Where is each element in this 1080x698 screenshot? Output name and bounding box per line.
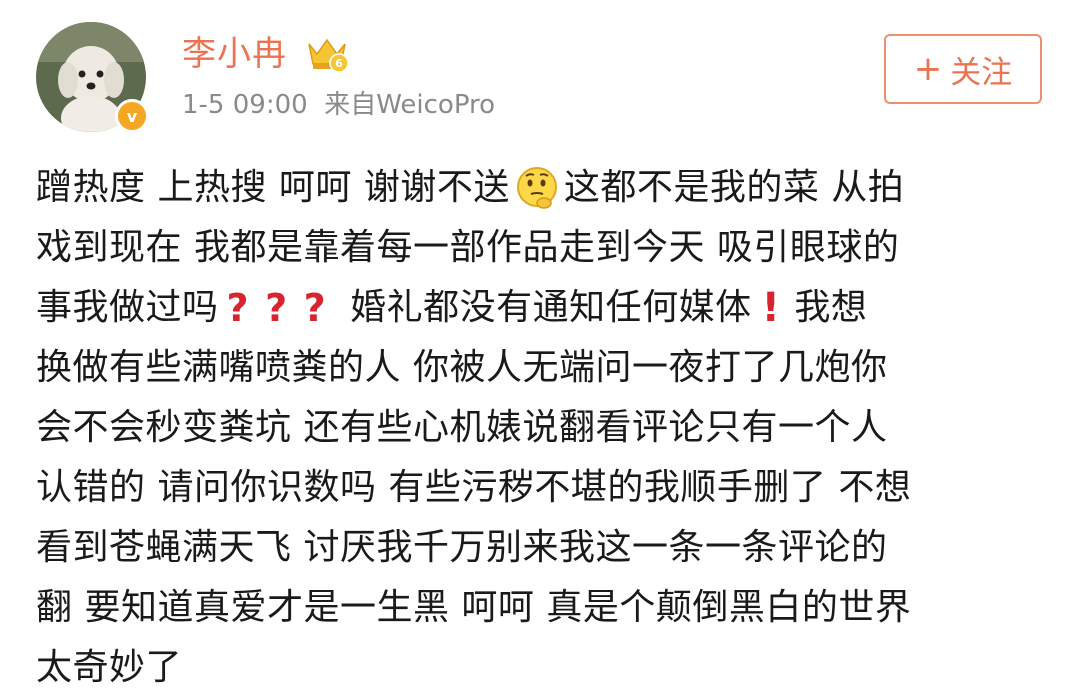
post-line-5: 会不会秒变粪坑 还有些心机婊说翻看评论只有一个人	[36, 398, 1046, 458]
follow-button[interactable]: + 关注	[884, 34, 1042, 104]
post-text: 我想	[794, 287, 868, 328]
post-line-7: 看到苍蝇满天飞 讨厌我千万别来我这一条一条评论的	[36, 518, 1046, 578]
follow-label: 关注	[950, 54, 1013, 91]
post-text: 戏到现在 我都是靠着每一部作品走到今天 吸引眼球的	[36, 227, 900, 268]
post-line-1: 蹭热度 上热搜 呵呵 谢谢不送 这都不是我的菜 从拍	[36, 158, 1046, 218]
source-prefix: 来自	[324, 90, 377, 120]
post-text: 这都不是我的菜 从拍	[563, 167, 905, 208]
red-question-mark-icon: ?	[303, 286, 327, 330]
post-text: 会不会秒变粪坑 还有些心机婊说翻看评论只有一个人	[36, 407, 888, 448]
post-text: 翻 要知道真爱才是一生黑 呵呵 真是个颠倒黑白的世界	[36, 587, 912, 628]
red-question-mark-icon: ?	[226, 286, 250, 330]
post-text: 认错的 请问你识数吗 有些污秽不堪的我顺手删了 不想	[36, 467, 912, 508]
post-line-6: 认错的 请问你识数吗 有些污秽不堪的我顺手删了 不想	[36, 458, 1046, 518]
timestamp: 1-5 09:00	[182, 90, 308, 120]
post-line-4: 换做有些满嘴喷粪的人 你被人无端问一夜打了几炮你	[36, 338, 1046, 398]
post-text: 太奇妙了	[36, 647, 183, 688]
red-exclamation-icon: !	[761, 285, 781, 331]
post-line-9: 太奇妙了	[36, 638, 1046, 698]
source-app: WeicoPro	[376, 90, 496, 120]
crown-vip-icon[interactable]: 6	[306, 34, 348, 74]
post-meta: 1-5 09:00 来自WeicoPro	[182, 88, 495, 122]
post-line-8: 翻 要知道真爱才是一生黑 呵呵 真是个颠倒黑白的世界	[36, 578, 1046, 638]
post-content: 蹭热度 上热搜 呵呵 谢谢不送 这都不是我的菜 从拍 戏到现在 我都是靠着每一部…	[36, 158, 1046, 698]
thinking-face-icon	[516, 167, 557, 209]
post-text: 婚礼都没有通知任何媒体	[350, 287, 752, 328]
red-question-mark-icon: ?	[265, 286, 288, 330]
verified-v-badge-icon: v	[115, 99, 149, 133]
vip-level-label: 6	[335, 57, 343, 70]
username[interactable]: 李小冉	[182, 34, 287, 74]
post-text: 蹭热度 上热搜 呵呵 谢谢不送	[36, 167, 510, 208]
post-line-3: 事我做过吗 ? ? ? 婚礼都没有通知任何媒体 ! 我想	[36, 278, 1046, 338]
post-line-2: 戏到现在 我都是靠着每一部作品走到今天 吸引眼球的	[36, 218, 1046, 278]
post-text: 事我做过吗	[36, 287, 219, 328]
post-text: 看到苍蝇满天飞 讨厌我千万别来我这一条一条评论的	[36, 527, 888, 568]
post-text: 换做有些满嘴喷粪的人 你被人无端问一夜打了几炮你	[36, 347, 888, 388]
plus-icon: +	[913, 49, 943, 89]
